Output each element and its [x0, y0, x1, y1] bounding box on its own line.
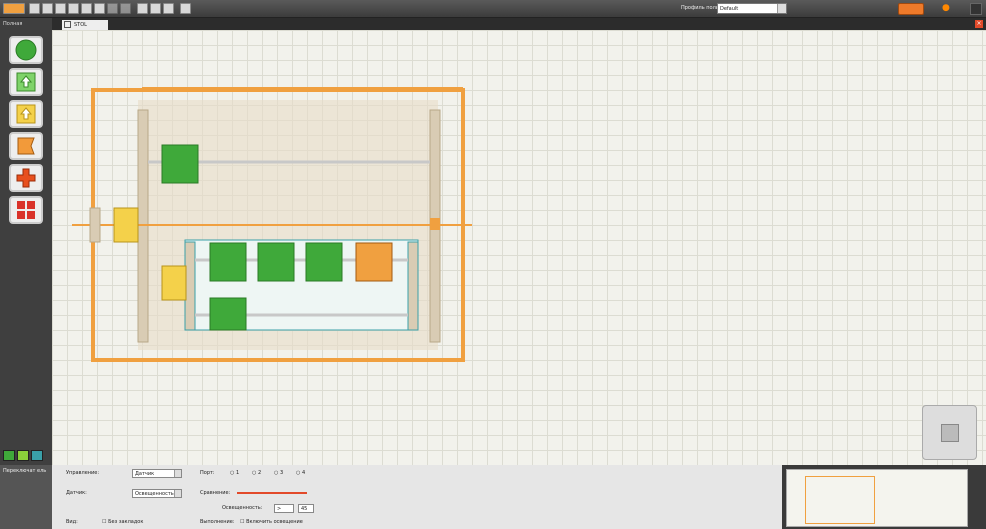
palette: Полная	[0, 18, 52, 465]
light-on-checkbox[interactable]: ☐ Включить освещение	[240, 519, 303, 525]
play-icon[interactable]	[941, 424, 959, 442]
full-palette-tab[interactable]	[17, 450, 29, 461]
sensor-beam-left	[89, 207, 101, 243]
common-palette-tab[interactable]	[3, 450, 15, 461]
program-icon	[64, 21, 71, 28]
view-label: Вид:	[66, 519, 78, 525]
control-value: Датчик	[135, 471, 155, 477]
inner-right-beam	[407, 241, 419, 331]
compare-value-input[interactable]: 45	[298, 504, 314, 513]
pointer-tool-icon[interactable]	[137, 3, 148, 14]
minimap-view[interactable]	[786, 469, 968, 527]
chevron-down-icon	[174, 470, 181, 477]
minimap[interactable]	[782, 465, 986, 529]
palette-title: Полная	[3, 21, 23, 27]
toolbar: Профиль пользователя: Default ●	[0, 0, 986, 18]
sensor-blocks-icon[interactable]	[9, 100, 43, 128]
close-icon[interactable]: ×	[975, 20, 983, 28]
config-panel: Управление: Датчик Датчик: Освещенность …	[52, 465, 782, 529]
brightness-label: Освещенность:	[222, 505, 263, 511]
motor-block-1	[209, 242, 247, 282]
help-icon[interactable]	[970, 3, 982, 15]
custom-palette-icon[interactable]	[180, 3, 191, 14]
action-blocks-icon[interactable]	[9, 68, 43, 96]
tab-label: STOL	[74, 22, 87, 28]
common-blocks-icon[interactable]	[9, 36, 43, 64]
sensor-select[interactable]: Освещенность	[132, 489, 182, 498]
port-label: Порт:	[200, 470, 215, 476]
advanced-blocks-icon[interactable]	[9, 196, 43, 224]
chevron-down-icon	[174, 490, 181, 497]
open-file-icon[interactable]	[42, 3, 53, 14]
custom-palette-tab[interactable]	[31, 450, 43, 461]
nxt-logo-button[interactable]	[3, 3, 25, 14]
port-1-radio[interactable]: ○ 1	[230, 470, 239, 476]
config-block-preview: Переключат ель	[0, 465, 52, 529]
chevron-down-icon	[777, 4, 786, 13]
compare-value: 45	[301, 506, 308, 512]
motor-block-3	[305, 242, 343, 282]
robot-icon[interactable]: ●	[942, 3, 954, 15]
comment-tool-icon[interactable]	[163, 3, 174, 14]
motor-block-top	[161, 144, 199, 184]
paste-icon[interactable]	[94, 3, 105, 14]
inner-light-sensor-block	[161, 265, 187, 301]
nxt-window-button[interactable]	[898, 3, 924, 15]
save-icon[interactable]	[55, 3, 66, 14]
wait-sensor-block	[355, 242, 393, 282]
compare-label: Сравнение:	[200, 490, 231, 496]
motor-block-2	[257, 242, 295, 282]
port-4-radio[interactable]: ○ 4	[296, 470, 305, 476]
pan-tool-icon[interactable]	[150, 3, 161, 14]
program-diagram	[72, 87, 472, 362]
new-file-icon[interactable]	[29, 3, 40, 14]
control-label: Управление:	[66, 470, 100, 476]
function-label: Выполнение:	[200, 519, 235, 525]
flow-blocks-icon[interactable]	[9, 132, 43, 160]
compare-slider[interactable]	[237, 492, 307, 494]
tab-stol[interactable]: STOL	[62, 20, 108, 30]
port-2-radio[interactable]: ○ 2	[252, 470, 261, 476]
port-3-radio[interactable]: ○ 3	[274, 470, 283, 476]
profile-select[interactable]: Default	[717, 3, 787, 14]
compare-op-select[interactable]: >	[274, 504, 294, 513]
data-blocks-icon[interactable]	[9, 164, 43, 192]
sensor-value: Освещенность	[135, 491, 174, 497]
program-canvas[interactable]	[52, 30, 986, 465]
config-title: Переключат ель	[3, 468, 47, 474]
palette-tabs	[3, 450, 43, 461]
control-select[interactable]: Датчик	[132, 469, 182, 478]
compare-op-value: >	[277, 506, 282, 512]
light-sensor-block	[113, 207, 139, 243]
redo-icon[interactable]	[120, 3, 131, 14]
tab-bar: STOL ×	[52, 18, 986, 30]
cut-icon[interactable]	[68, 3, 79, 14]
scroll-navigator[interactable]	[922, 405, 977, 460]
no-tabs-checkbox[interactable]: ☐ Без закладок	[102, 519, 143, 525]
minimap-highlight	[805, 476, 875, 524]
loop-end-marker	[430, 218, 440, 230]
copy-icon[interactable]	[81, 3, 92, 14]
motor-block-bottom	[209, 297, 247, 331]
undo-icon[interactable]	[107, 3, 118, 14]
sensor-label: Датчик:	[66, 490, 87, 496]
bottom-panel: Переключат ель Управление: Датчик Датчик…	[0, 465, 986, 529]
profile-value: Default	[720, 6, 739, 12]
